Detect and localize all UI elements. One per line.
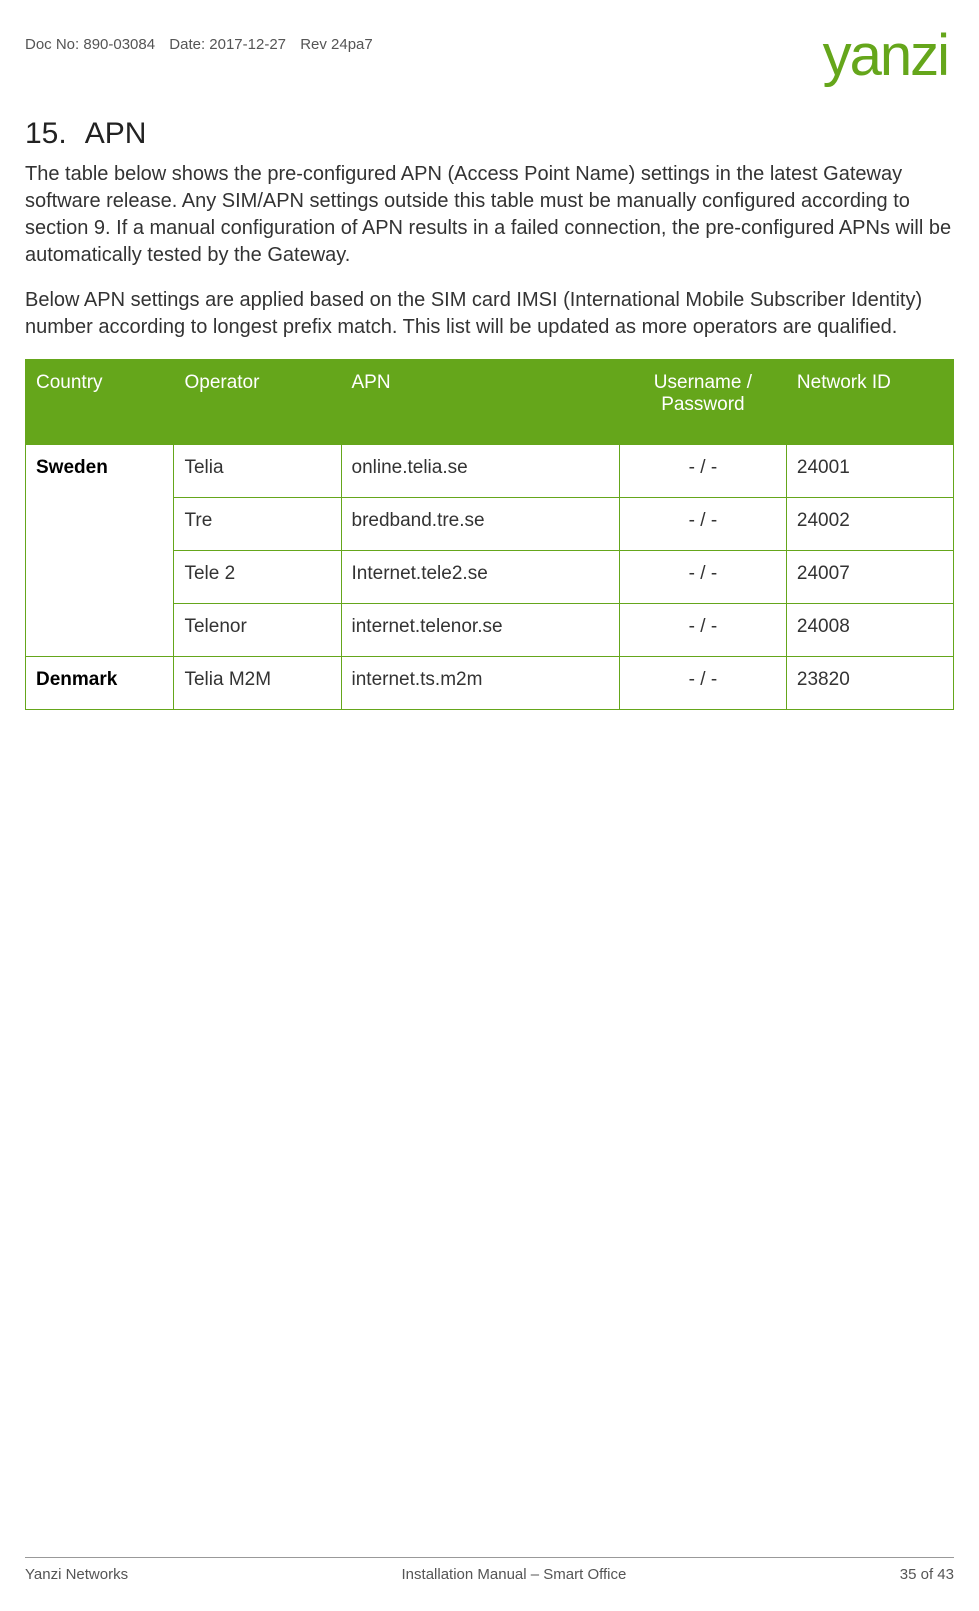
th-apn: APN — [341, 360, 619, 445]
page: Doc No: 890-03084 Date: 2017-12-27 Rev 2… — [0, 0, 979, 1611]
userpass-cell: - / - — [619, 551, 786, 604]
apn-table-body: Sweden Telia online.telia.se - / - 24001… — [26, 445, 954, 710]
userpass-cell: - / - — [619, 445, 786, 498]
footer-right: 35 of 43 — [900, 1566, 954, 1583]
apn-cell: bredband.tre.se — [341, 498, 619, 551]
section-number: 15. — [25, 117, 67, 150]
networkid-cell: 24002 — [786, 498, 953, 551]
userpass-cell: - / - — [619, 604, 786, 657]
operator-cell: Tele 2 — [174, 551, 341, 604]
table-row: Denmark Telia M2M internet.ts.m2m - / - … — [26, 657, 954, 710]
doc-no: Doc No: 890-03084 — [25, 36, 155, 53]
country-cell: Denmark — [26, 657, 174, 710]
footer-left: Yanzi Networks — [25, 1566, 128, 1583]
section-heading: 15. APN — [25, 117, 954, 151]
table-header-row: Country Operator APN Username / Password… — [26, 360, 954, 445]
intro-paragraph-2: Below APN settings are applied based on … — [25, 287, 954, 341]
operator-cell: Tre — [174, 498, 341, 551]
operator-cell: Telenor — [174, 604, 341, 657]
intro-paragraph-1: The table below shows the pre-configured… — [25, 161, 954, 269]
section-title-text: APN — [85, 117, 147, 150]
page-footer: Yanzi Networks Installation Manual – Sma… — [25, 1557, 954, 1611]
operator-cell: Telia — [174, 445, 341, 498]
page-header: Doc No: 890-03084 Date: 2017-12-27 Rev 2… — [25, 30, 954, 82]
apn-cell: internet.ts.m2m — [341, 657, 619, 710]
userpass-cell: - / - — [619, 657, 786, 710]
apn-table: Country Operator APN Username / Password… — [25, 359, 954, 710]
networkid-cell: 24001 — [786, 445, 953, 498]
country-cell: Sweden — [26, 445, 174, 657]
apn-cell: online.telia.se — [341, 445, 619, 498]
apn-cell: internet.telenor.se — [341, 604, 619, 657]
userpass-cell: - / - — [619, 498, 786, 551]
th-network-id: Network ID — [786, 360, 953, 445]
apn-cell: Internet.tele2.se — [341, 551, 619, 604]
table-row: Sweden Telia online.telia.se - / - 24001 — [26, 445, 954, 498]
networkid-cell: 23820 — [786, 657, 953, 710]
networkid-cell: 24008 — [786, 604, 953, 657]
footer-center: Installation Manual – Smart Office — [402, 1566, 627, 1583]
th-country: Country — [26, 360, 174, 445]
operator-cell: Telia M2M — [174, 657, 341, 710]
brand-logo: yanzi — [823, 30, 954, 82]
networkid-cell: 24007 — [786, 551, 953, 604]
doc-rev: Rev 24pa7 — [300, 36, 373, 53]
th-operator: Operator — [174, 360, 341, 445]
th-userpass: Username / Password — [619, 360, 786, 445]
doc-date: Date: 2017-12-27 — [169, 36, 286, 53]
doc-meta: Doc No: 890-03084 Date: 2017-12-27 Rev 2… — [25, 30, 383, 53]
